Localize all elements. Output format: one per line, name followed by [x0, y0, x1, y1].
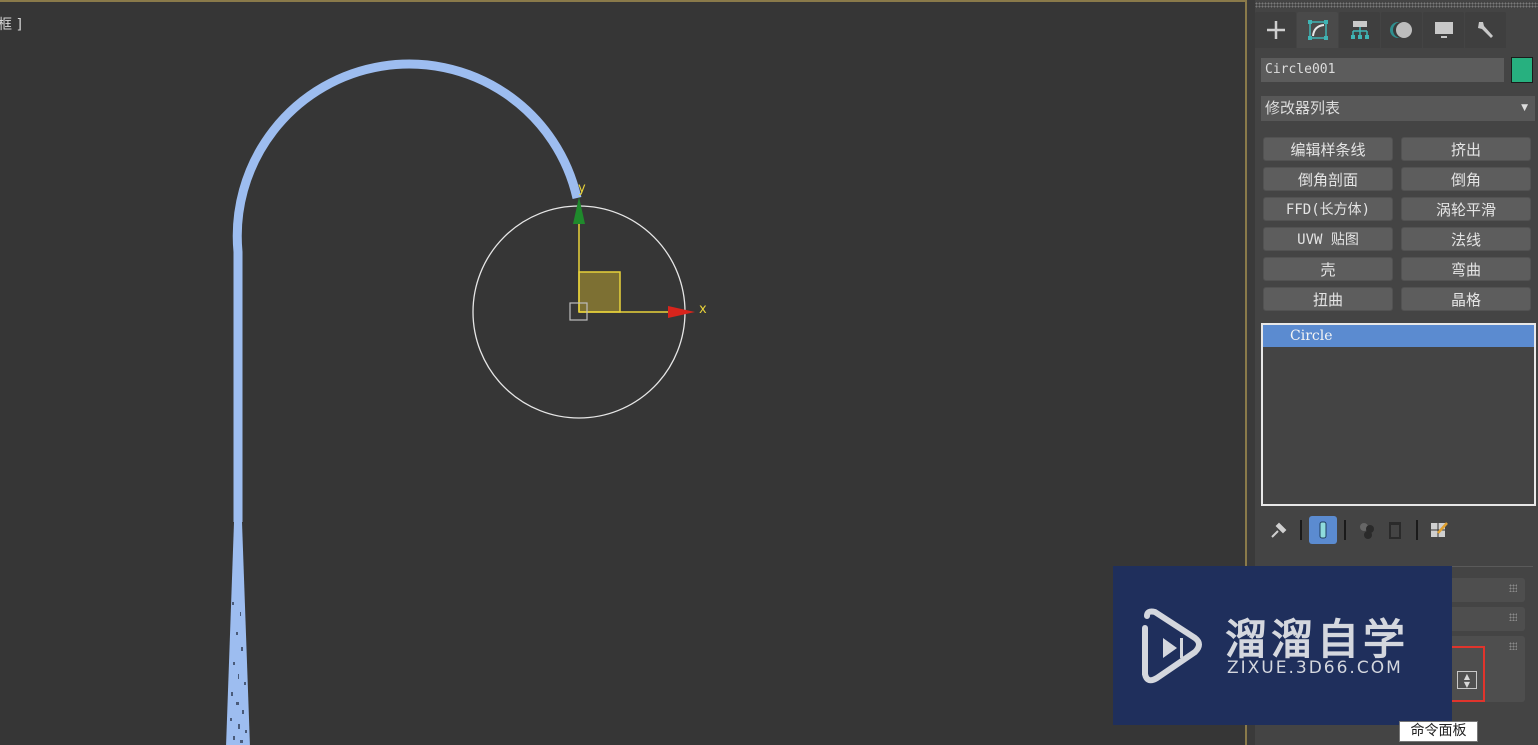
modifier-button-twist[interactable]: 扭曲	[1263, 287, 1393, 311]
modifier-button-shell[interactable]: 壳	[1263, 257, 1393, 281]
modifier-button-bend[interactable]: 弯曲	[1401, 257, 1531, 281]
spline-tube[interactable]	[232, 59, 582, 522]
stack-toolbar	[1265, 515, 1453, 545]
watermark-overlay: 溜溜自学 ZIXUE.3D66.COM	[1113, 566, 1452, 725]
modifier-button-lattice[interactable]: 晶格	[1401, 287, 1531, 311]
modifier-button-ffd-box[interactable]: FFD(长方体)	[1263, 197, 1393, 221]
remove-modifier-button[interactable]	[1381, 516, 1409, 544]
stack-item-circle[interactable]: Circle	[1263, 325, 1534, 347]
display-monitor-icon	[1434, 22, 1453, 38]
modify-curve-icon	[1307, 20, 1328, 40]
motion-icon	[1389, 22, 1412, 38]
gizmo-x-label: x	[699, 302, 707, 317]
modifier-buttons: 编辑样条线 挤出 倒角剖面 倒角 FFD(长方体) 涡轮平滑 UVW 贴图 法线…	[1263, 137, 1533, 311]
plus-icon	[1266, 21, 1285, 39]
wrench-icon	[1477, 22, 1493, 38]
modifier-stack[interactable]: Circle	[1261, 323, 1536, 506]
pin-stack-button[interactable]	[1265, 516, 1293, 544]
object-color-swatch[interactable]	[1511, 57, 1533, 83]
modifier-button-uvw-map[interactable]: UVW 贴图	[1263, 227, 1393, 251]
tab-modify[interactable]	[1297, 12, 1338, 48]
panel-grip[interactable]	[1255, 2, 1538, 8]
modifier-button-bevel-profile[interactable]: 倒角剖面	[1263, 167, 1393, 191]
watermark-logo-icon	[1142, 608, 1202, 684]
make-unique-icon	[1360, 523, 1374, 539]
tooltip-command-panel: 命令面板	[1399, 721, 1478, 742]
toolbar-separator	[1344, 520, 1346, 540]
gizmo-y-label: y	[578, 181, 586, 196]
y-arrow-icon[interactable]	[573, 197, 585, 224]
tab-create[interactable]	[1255, 12, 1296, 48]
hierarchy-icon	[1350, 21, 1369, 39]
watermark-subtitle: ZIXUE.3D66.COM	[1227, 658, 1403, 678]
tab-motion[interactable]	[1381, 12, 1422, 48]
dropdown-arrow-icon: ▼	[1521, 103, 1528, 113]
rollout-grip[interactable]	[1509, 584, 1517, 592]
viewport-canvas[interactable]: y x	[0, 2, 1245, 745]
tab-utilities[interactable]	[1465, 12, 1506, 48]
x-arrow-icon[interactable]	[668, 306, 695, 318]
object-name-input[interactable]	[1261, 58, 1504, 82]
modifier-button-edit-spline[interactable]: 编辑样条线	[1263, 137, 1393, 161]
command-panel-tabs	[1255, 12, 1506, 48]
toolbar-separator	[1416, 520, 1418, 540]
tab-display[interactable]	[1423, 12, 1464, 48]
modifier-button-extrude[interactable]: 挤出	[1401, 137, 1531, 161]
modifier-button-normal[interactable]: 法线	[1401, 227, 1531, 251]
pin-stack-icon	[1271, 522, 1287, 538]
show-end-result-button[interactable]	[1309, 516, 1337, 544]
rollout-grip[interactable]	[1509, 642, 1517, 650]
configure-modifier-sets-button[interactable]	[1425, 516, 1453, 544]
show-end-result-icon	[1319, 521, 1327, 539]
modifier-button-bevel[interactable]: 倒角	[1401, 167, 1531, 191]
viewport-front[interactable]: 框 ] y x	[0, 0, 1247, 745]
rollout-grip[interactable]	[1509, 613, 1517, 621]
modifier-list-dropdown[interactable]: 修改器列表 ▼	[1261, 96, 1535, 121]
modifier-list-label: 修改器列表	[1265, 99, 1341, 117]
remove-modifier-icon	[1389, 522, 1401, 539]
gizmo-xy-plane[interactable]	[578, 271, 621, 313]
make-unique-button[interactable]	[1353, 516, 1381, 544]
toolbar-separator	[1300, 520, 1302, 540]
tab-hierarchy[interactable]	[1339, 12, 1380, 48]
configure-modifier-sets-icon	[1431, 522, 1448, 537]
modifier-button-turbosmooth[interactable]: 涡轮平滑	[1401, 197, 1531, 221]
